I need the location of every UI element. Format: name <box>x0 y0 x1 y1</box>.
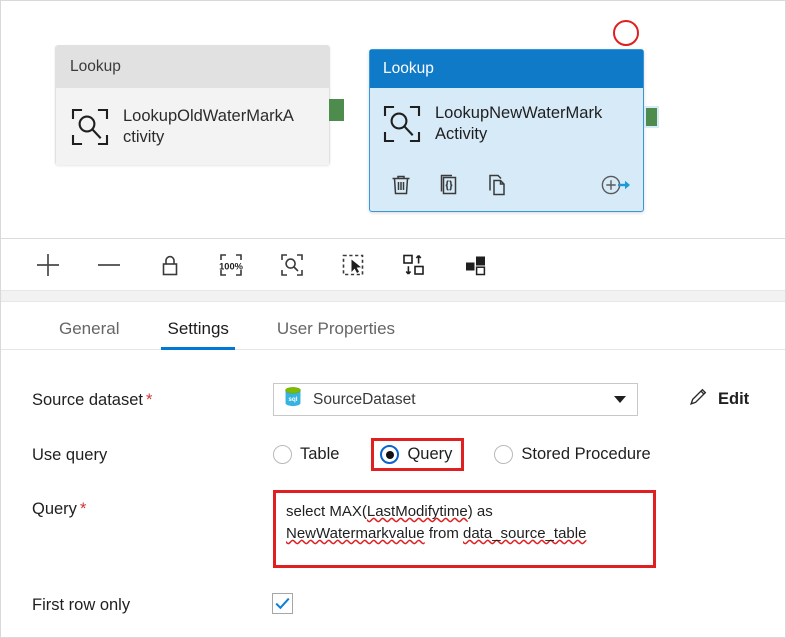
lookup-icon <box>70 107 110 147</box>
toolbar-divider <box>1 291 785 302</box>
query-seg-2: LastModifytime <box>366 503 468 520</box>
marquee-select-icon <box>342 254 364 275</box>
source-dataset-label: Source dataset * <box>32 391 152 410</box>
activity-node-lookup-new-watermark[interactable]: Lookup LookupNewWaterMarkActivity <box>369 49 644 212</box>
auto-align-button[interactable] <box>397 248 431 282</box>
radio-label: Stored Procedure <box>521 445 651 463</box>
query-seg-4: NewWatermarkvalue <box>286 525 425 542</box>
copy-icon[interactable] <box>484 172 510 198</box>
radio-mark <box>273 445 292 464</box>
canvas-toolbar: 100% <box>1 239 785 291</box>
query-input[interactable]: select MAX(LastModifytime) as NewWaterma… <box>273 490 656 568</box>
node-body: LookupNewWaterMarkActivity <box>370 88 643 160</box>
settings-tablist: General Settings User Properties <box>1 302 785 350</box>
trash-icon[interactable] <box>388 172 414 198</box>
node-activity-name: LookupOldWaterMarkActivity <box>123 106 294 146</box>
node-output-connector[interactable] <box>329 99 344 121</box>
query-label: Query * <box>32 500 86 519</box>
source-dataset-select[interactable]: sql SourceDataset <box>273 383 638 416</box>
zoom-100-button[interactable]: 100% <box>214 248 248 282</box>
edit-dataset-button[interactable]: Edit <box>687 386 749 413</box>
first-row-only-label: First row only <box>32 596 131 614</box>
chevron-down-icon[interactable] <box>614 396 626 403</box>
svg-text:100%: 100% <box>219 261 244 271</box>
minus-icon <box>98 263 120 266</box>
add-arrow-icon[interactable] <box>599 172 630 198</box>
radio-option-table[interactable]: Table <box>273 445 339 464</box>
source-dataset-label-text: Source dataset <box>32 391 143 409</box>
required-marker: * <box>79 500 87 518</box>
zoom-fit-icon <box>281 253 303 276</box>
show-related-button[interactable] <box>458 248 492 282</box>
query-label-text: Query <box>32 500 77 518</box>
node-type-label: Lookup <box>370 50 643 88</box>
zoom-out-button[interactable] <box>92 248 126 282</box>
radio-mark <box>380 445 400 464</box>
node-output-connector[interactable] <box>644 106 659 128</box>
radio-option-stored-procedure[interactable]: Stored Procedure <box>494 445 651 464</box>
use-query-label: Use query <box>32 446 108 464</box>
first-row-only-checkbox[interactable] <box>272 593 293 614</box>
pipeline-canvas[interactable]: Lookup LookupOldWaterMarkActivity Lookup… <box>1 1 785 239</box>
marquee-select-button[interactable] <box>336 248 370 282</box>
radio-label: Query <box>407 445 453 463</box>
annotation-circle <box>613 20 639 46</box>
sql-database-icon: sql <box>283 386 303 413</box>
node-activity-name: LookupNewWaterMarkActivity <box>435 104 603 143</box>
radio-option-query[interactable]: Query <box>371 438 465 471</box>
zoom-in-button[interactable] <box>31 248 65 282</box>
tab-user-properties[interactable]: User Properties <box>253 319 419 349</box>
lookup-icon <box>382 104 422 144</box>
node-body: LookupOldWaterMarkActivity <box>56 88 329 165</box>
radio-mark <box>494 445 514 464</box>
svg-text:sql: sql <box>288 396 297 403</box>
tab-settings[interactable]: Settings <box>143 319 252 350</box>
query-text[interactable]: select MAX(LastModifytime) as NewWaterma… <box>286 501 643 545</box>
source-dataset-value: SourceDataset <box>313 390 416 408</box>
tab-general[interactable]: General <box>35 319 143 349</box>
settings-form: Source dataset * sql SourceDataset Edit … <box>1 350 785 637</box>
query-seg-5: from <box>424 525 463 542</box>
query-seg-3: ) as <box>467 503 493 520</box>
zoom-100-percent-icon: 100% <box>219 253 244 276</box>
auto-align-icon <box>403 254 424 275</box>
lock-icon <box>162 255 178 275</box>
use-query-radio-group: Table Query Stored Procedure <box>273 438 651 471</box>
query-seg-6: data_source_table <box>463 525 587 542</box>
code-braces-icon[interactable] <box>436 172 462 198</box>
adf-lookup-activity-settings: Lookup LookupOldWaterMarkActivity Lookup… <box>0 0 786 638</box>
squares-icon <box>466 256 486 275</box>
checkmark-icon <box>275 597 290 610</box>
pencil-icon <box>687 386 709 413</box>
required-marker: * <box>146 391 153 409</box>
radio-label: Table <box>300 445 340 463</box>
plus-icon <box>37 253 59 276</box>
lock-canvas-button[interactable] <box>153 248 187 282</box>
query-seg-1: select MAX( <box>286 503 367 520</box>
activity-node-lookup-old-watermark[interactable]: Lookup LookupOldWaterMarkActivity <box>55 45 330 165</box>
edit-label: Edit <box>718 390 750 408</box>
node-action-bar <box>370 160 643 210</box>
node-type-label: Lookup <box>56 46 329 88</box>
zoom-to-fit-button[interactable] <box>275 248 309 282</box>
